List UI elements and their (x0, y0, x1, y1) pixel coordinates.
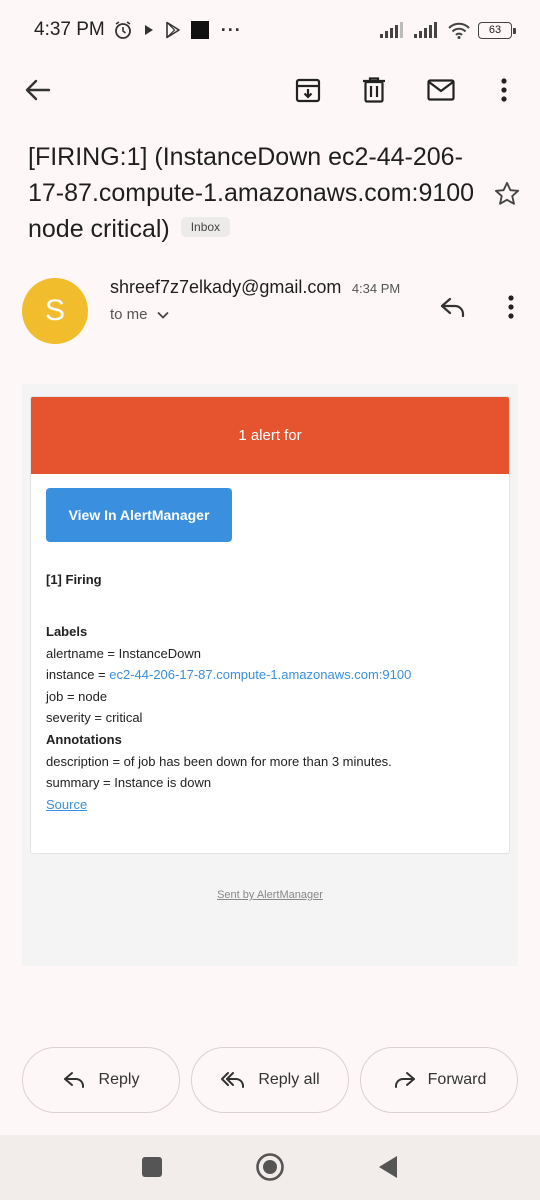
status-bar: 4:37 PM ··· 63 (0, 0, 540, 60)
more-vertical-icon (508, 295, 514, 319)
recents-button[interactable] (134, 1149, 170, 1185)
battery-indicator: 63 (478, 21, 516, 39)
trash-icon (363, 77, 385, 103)
reply-all-label: Reply all (258, 1071, 320, 1088)
firing-count: [1] Firing (46, 572, 102, 587)
alert-card: 1 alert for View In AlertManager [1] Fir… (30, 396, 510, 854)
sender-time: 4:34 PM (351, 281, 401, 296)
system-nav-bar (0, 1135, 540, 1200)
message-more-button[interactable] (492, 288, 530, 326)
alarm-icon (113, 20, 133, 40)
instance-link[interactable]: ec2-44-206-17-87.compute-1.amazonaws.com… (109, 667, 411, 682)
quick-reply-button[interactable] (434, 288, 472, 326)
reply-icon (440, 297, 465, 318)
star-button[interactable] (489, 176, 525, 212)
reply-icon (63, 1072, 84, 1088)
chevron-down-icon (156, 311, 169, 319)
subject-text: [FIRING:1] (InstanceDown ec2-44-206-17-8… (28, 143, 475, 243)
reply-label: Reply (98, 1071, 140, 1088)
sender-avatar[interactable]: S (22, 278, 88, 344)
archive-button[interactable] (288, 70, 328, 110)
alert-details: Labels alertname = InstanceDown instance… (46, 621, 411, 815)
home-button[interactable] (252, 1149, 288, 1185)
notification-square-icon (190, 21, 209, 39)
mail-icon (427, 79, 455, 101)
email-subject: [FIRING:1] (InstanceDown ec2-44-206-17-8… (28, 139, 478, 247)
sender-name[interactable]: shreef7z7elkady@gmail.com (110, 277, 341, 297)
instance-prefix: instance = (46, 667, 110, 683)
delete-button[interactable] (354, 70, 394, 110)
signal-icon (380, 22, 406, 38)
forward-button[interactable]: Forward (360, 1047, 518, 1113)
email-toolbar (0, 66, 540, 114)
email-body: 1 alert for View In AlertManager [1] Fir… (22, 384, 518, 966)
annotations-heading: Annotations (46, 731, 122, 747)
reply-all-button[interactable]: Reply all (191, 1047, 349, 1113)
recipient-text: to me (110, 306, 148, 323)
label-alertname: alertname = InstanceDown (46, 645, 202, 661)
recipient-toggle[interactable]: to me (110, 306, 170, 323)
toolbar-more-button[interactable] (484, 70, 524, 110)
square-icon (142, 1157, 162, 1177)
back-triangle-icon (379, 1156, 397, 1178)
archive-icon (295, 78, 321, 103)
labels-heading: Labels (46, 624, 88, 639)
more-vertical-icon (501, 78, 507, 102)
view-in-alertmanager-button[interactable]: View In AlertManager (46, 488, 232, 542)
back-button[interactable] (18, 70, 58, 110)
label-job: job = node (46, 688, 108, 704)
back-nav-button[interactable] (370, 1149, 406, 1185)
reply-all-icon (221, 1072, 245, 1088)
annotation-description: description = of job has been down for m… (46, 753, 392, 769)
signal-icon-2 (414, 22, 440, 38)
source-link[interactable]: Source (46, 794, 411, 816)
sent-by-link[interactable]: Sent by AlertManager (22, 889, 518, 901)
home-circle-icon (256, 1153, 284, 1181)
status-time: 4:37 PM (34, 19, 105, 40)
sender-line: shreef7z7elkady@gmail.com 4:34 PM (110, 277, 400, 298)
more-notifications-dots: ··· (220, 19, 242, 40)
star-icon (494, 181, 520, 205)
alert-header-text: 1 alert for (238, 427, 302, 444)
label-instance: instance = ec2-44-206-17-87.compute-1.am… (46, 664, 411, 686)
play-arrow-icon (143, 23, 155, 37)
label-severity: severity = critical (46, 710, 143, 726)
play-store-icon (165, 21, 181, 39)
wifi-icon (448, 22, 470, 39)
annotation-summary: summary = Instance is down (46, 775, 212, 791)
alert-header: 1 alert for (31, 397, 509, 474)
inbox-label-chip[interactable]: Inbox (180, 217, 231, 238)
reply-button[interactable]: Reply (22, 1047, 180, 1113)
forward-icon (394, 1072, 415, 1088)
forward-label: Forward (427, 1071, 487, 1088)
mark-unread-button[interactable] (421, 70, 461, 110)
back-arrow-icon (25, 79, 51, 101)
